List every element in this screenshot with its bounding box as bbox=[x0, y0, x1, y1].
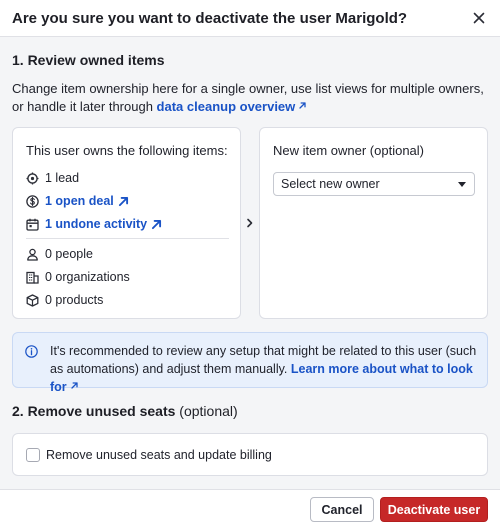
info-banner: It's recommended to review any setup tha… bbox=[12, 332, 488, 394]
owned-item-people: 0 people bbox=[26, 246, 93, 262]
open-deal-link[interactable]: 1 open deal bbox=[45, 194, 114, 208]
deactivate-user-button[interactable]: Deactivate user bbox=[380, 497, 488, 522]
items-divider bbox=[26, 238, 229, 239]
remove-seats-label[interactable]: Remove unused seats and update billing bbox=[46, 448, 272, 462]
owned-item-label: 0 organizations bbox=[45, 270, 130, 284]
owned-items-heading: This user owns the following items: bbox=[26, 143, 228, 158]
owned-item-leads: 1 lead bbox=[26, 170, 79, 186]
owned-item-products: 0 products bbox=[26, 292, 103, 308]
external-link-icon bbox=[152, 219, 162, 229]
owned-item-deals[interactable]: 1 open deal bbox=[26, 193, 130, 209]
caret-down-icon bbox=[458, 182, 466, 187]
chevron-right-icon bbox=[247, 218, 253, 228]
cancel-button[interactable]: Cancel bbox=[310, 497, 374, 522]
remove-seats-card: Remove unused seats and update billing bbox=[12, 433, 488, 476]
external-link-icon bbox=[71, 382, 78, 389]
close-icon[interactable] bbox=[470, 9, 488, 27]
new-owner-card: New item owner (optional) Select new own… bbox=[259, 127, 488, 319]
section-review-title: 1. Review owned items bbox=[12, 52, 165, 68]
owned-item-activities[interactable]: 1 undone activity bbox=[26, 216, 163, 232]
deactivate-user-dialog: Are you sure you want to deactivate the … bbox=[0, 0, 500, 527]
target-icon bbox=[26, 172, 39, 184]
box-icon bbox=[26, 293, 39, 307]
optional-label: (optional) bbox=[175, 403, 238, 419]
section-seats-title: 2. Remove unused seats (optional) bbox=[12, 403, 238, 419]
remove-seats-checkbox[interactable] bbox=[26, 448, 40, 462]
owned-item-label: 0 products bbox=[45, 293, 104, 307]
select-placeholder: Select new owner bbox=[281, 177, 380, 191]
owned-items-card: This user owns the following items: 1 le… bbox=[12, 127, 241, 319]
owned-item-label: 0 people bbox=[45, 247, 93, 261]
data-cleanup-link[interactable]: data cleanup overview bbox=[157, 99, 308, 114]
new-owner-select[interactable]: Select new owner bbox=[273, 172, 475, 196]
owned-item-label: 1 lead bbox=[45, 171, 80, 185]
info-banner-text: It's recommended to review any setup tha… bbox=[50, 342, 482, 396]
new-owner-heading: New item owner (optional) bbox=[273, 143, 425, 158]
building-icon bbox=[26, 271, 39, 284]
undone-activity-link[interactable]: 1 undone activity bbox=[45, 217, 147, 231]
external-link-icon bbox=[118, 196, 128, 206]
calendar-icon bbox=[26, 218, 39, 231]
external-link-icon bbox=[299, 102, 306, 109]
info-icon bbox=[25, 345, 38, 358]
dialog-footer: Cancel Deactivate user bbox=[0, 489, 500, 527]
dollar-icon bbox=[26, 194, 39, 208]
person-icon bbox=[27, 248, 38, 261]
section-review-intro: Change item ownership here for a single … bbox=[12, 80, 488, 116]
dialog-body: 1. Review owned items Change item owners… bbox=[0, 37, 500, 489]
owned-item-organizations: 0 organizations bbox=[26, 269, 130, 285]
dialog-header: Are you sure you want to deactivate the … bbox=[0, 0, 500, 37]
dialog-title: Are you sure you want to deactivate the … bbox=[12, 10, 408, 27]
